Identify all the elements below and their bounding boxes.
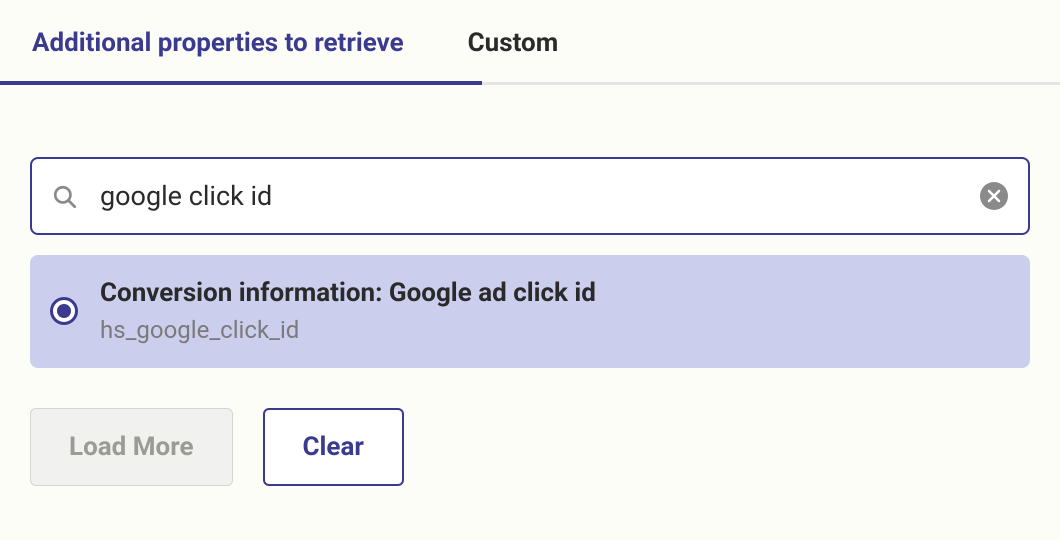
tab-additional-properties[interactable]: Additional properties to retrieve xyxy=(0,0,436,82)
tabs-bar: Additional properties to retrieve Custom xyxy=(0,0,1060,85)
tab-indicator xyxy=(0,81,482,85)
result-subtitle: hs_google_click_id xyxy=(100,315,596,346)
load-more-button[interactable]: Load More xyxy=(30,408,233,486)
result-title: Conversion information: Google ad click … xyxy=(100,277,596,311)
clear-search-icon[interactable] xyxy=(980,182,1008,210)
search-wrapper xyxy=(30,157,1030,235)
search-icon xyxy=(52,184,76,208)
property-result-item[interactable]: Conversion information: Google ad click … xyxy=(30,255,1030,368)
radio-selected-icon[interactable] xyxy=(50,297,78,325)
search-input[interactable] xyxy=(100,180,980,212)
tab-custom[interactable]: Custom xyxy=(436,0,591,82)
clear-button[interactable]: Clear xyxy=(263,408,404,486)
